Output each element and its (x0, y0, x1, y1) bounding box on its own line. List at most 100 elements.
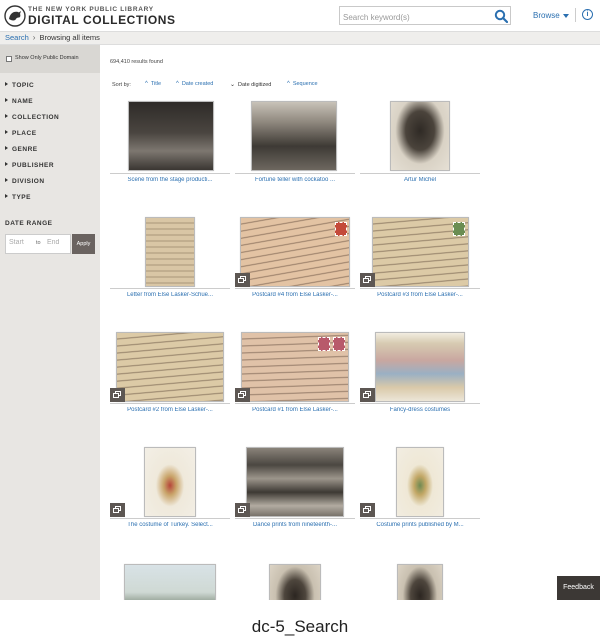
result-item[interactable]: Fancy-dress costumes (360, 331, 480, 431)
apply-date-button[interactable]: Apply (72, 234, 95, 254)
result-item[interactable]: The costume of Turkey. Select... (110, 446, 230, 546)
date-start-input[interactable] (9, 239, 33, 246)
result-item[interactable]: Scene from the stage producti... (110, 101, 230, 201)
site-header: THE NEW YORK PUBLIC LIBRARY DIGITAL COLL… (0, 0, 600, 32)
facet-publisher[interactable]: PUBLISHER (5, 162, 54, 169)
sort-title[interactable]: ^ Title (145, 81, 161, 87)
public-domain-checkbox[interactable] (6, 56, 12, 62)
result-thumbnail[interactable] (144, 447, 196, 517)
browse-menu[interactable]: Browse (533, 11, 569, 20)
facet-topic[interactable]: TOPIC (5, 82, 34, 89)
result-title[interactable]: Dance prints from nineteenth-... (235, 522, 355, 528)
result-thumbnail[interactable] (124, 564, 216, 600)
result-thumbnail[interactable] (128, 101, 214, 171)
chevron-down-icon (562, 13, 569, 18)
result-title[interactable]: Costume prints published by M... (360, 522, 480, 528)
result-item[interactable]: Fortune teller with cockatoo ... (235, 101, 355, 201)
result-thumbnail[interactable] (375, 332, 465, 402)
result-item[interactable] (235, 563, 355, 600)
result-item[interactable]: Postcard #4 from Else Lasker-... (235, 216, 355, 316)
sort-label: Sort by: (112, 82, 131, 88)
result-thumbnail[interactable] (372, 217, 469, 287)
multiple-images-icon[interactable] (110, 503, 125, 517)
result-item[interactable]: Postcard #3 from Else Lasker-... (360, 216, 480, 316)
facet-genre[interactable]: GENRE (5, 146, 38, 153)
divider (110, 173, 230, 174)
multiple-images-icon[interactable] (360, 388, 375, 402)
facet-place[interactable]: PLACE (5, 130, 37, 137)
sort-arrow-down-icon: ⌄ (230, 82, 236, 88)
stamp (453, 222, 465, 236)
result-item[interactable]: Costume prints published by M... (360, 446, 480, 546)
caret-right-icon (5, 194, 8, 198)
divider (360, 288, 480, 289)
result-thumbnail[interactable] (390, 101, 450, 171)
divider (360, 403, 480, 404)
stamp (335, 222, 347, 236)
info-circle-icon[interactable]: i (582, 9, 593, 20)
result-title[interactable]: Fortune teller with cockatoo ... (235, 177, 355, 183)
result-thumbnail[interactable] (246, 447, 344, 517)
feedback-button[interactable]: Feedback (557, 576, 600, 600)
multiple-images-icon[interactable] (235, 273, 250, 287)
facet-collection[interactable]: COLLECTION (5, 114, 59, 121)
facet-division[interactable]: DIVISION (5, 178, 45, 185)
result-item[interactable]: Postcard #1 from Else Lasker-... (235, 331, 355, 431)
result-item[interactable]: Artur Michel (360, 101, 480, 201)
result-thumbnail[interactable] (397, 564, 443, 600)
brand-title[interactable]: DIGITAL COLLECTIONS (28, 13, 176, 27)
result-title[interactable]: Postcard #3 from Else Lasker-... (360, 292, 480, 298)
public-domain-filter[interactable]: Show Only Public Domain (0, 45, 100, 73)
result-thumbnail[interactable] (116, 332, 224, 402)
result-item[interactable] (110, 563, 230, 600)
result-thumbnail[interactable] (251, 101, 337, 171)
magnifier-icon[interactable] (494, 9, 508, 23)
result-title[interactable]: Postcard #2 from Else Lasker-... (110, 407, 230, 413)
result-item[interactable]: Postcard #2 from Else Lasker-... (110, 331, 230, 431)
result-title[interactable]: Artur Michel (360, 177, 480, 183)
date-range-title: DATE RANGE (5, 220, 53, 227)
result-thumbnail[interactable] (145, 217, 195, 287)
browse-label: Browse (533, 11, 560, 20)
result-thumbnail[interactable] (241, 332, 349, 402)
result-title[interactable]: Letter from Else Lasker-Schue... (110, 292, 230, 298)
divider (110, 403, 230, 404)
lion-logo-icon[interactable] (4, 5, 26, 27)
breadcrumb-search-link[interactable]: Search (5, 33, 29, 42)
caret-right-icon (5, 146, 8, 150)
sort-sequence[interactable]: ^ Sequence (287, 81, 318, 87)
divider (235, 518, 355, 519)
sort-date-digitized[interactable]: ⌄ Date digitized (230, 81, 271, 88)
result-thumbnail[interactable] (240, 217, 350, 287)
result-item[interactable] (360, 563, 480, 600)
results-count: 694,410 results found (110, 59, 163, 65)
sort-arrow-up-icon: ^ (145, 81, 148, 87)
sort-date-created[interactable]: ^ Date created (176, 81, 213, 87)
caret-right-icon (5, 130, 8, 134)
multiple-images-icon[interactable] (360, 503, 375, 517)
result-title[interactable]: Scene from the stage producti... (110, 177, 230, 183)
search-input[interactable] (340, 9, 490, 26)
facet-type[interactable]: TYPE (5, 194, 31, 201)
brand-subtitle: THE NEW YORK PUBLIC LIBRARY (28, 6, 154, 13)
multiple-images-icon[interactable] (360, 273, 375, 287)
result-thumbnail[interactable] (396, 447, 444, 517)
header-divider (575, 8, 576, 22)
result-title[interactable]: The costume of Turkey. Select... (110, 522, 230, 528)
sort-arrow-up-icon: ^ (287, 81, 290, 87)
result-title[interactable]: Postcard #1 from Else Lasker-... (235, 407, 355, 413)
result-item[interactable]: Dance prints from nineteenth-... (235, 446, 355, 546)
multiple-images-icon[interactable] (235, 388, 250, 402)
stamp (333, 337, 345, 351)
stamp (318, 337, 330, 351)
date-end-input[interactable] (47, 239, 71, 246)
divider (110, 288, 230, 289)
facet-name[interactable]: NAME (5, 98, 33, 105)
result-item[interactable]: Letter from Else Lasker-Schue... (110, 216, 230, 316)
multiple-images-icon[interactable] (235, 503, 250, 517)
result-thumbnail[interactable] (269, 564, 321, 600)
caret-right-icon (5, 98, 8, 102)
multiple-images-icon[interactable] (110, 388, 125, 402)
result-title[interactable]: Postcard #4 from Else Lasker-... (235, 292, 355, 298)
result-title[interactable]: Fancy-dress costumes (360, 407, 480, 413)
